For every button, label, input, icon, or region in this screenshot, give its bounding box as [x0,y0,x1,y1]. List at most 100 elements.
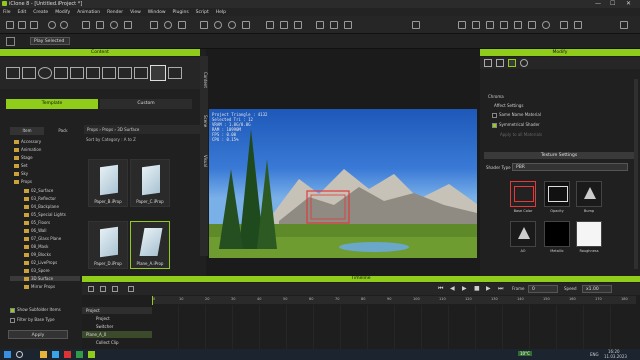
orbit-icon[interactable] [214,21,222,29]
gizmo-icon[interactable] [280,21,288,29]
puppet-category-icon[interactable] [70,67,84,79]
track-row[interactable]: Project [82,315,152,322]
asset-thumbnail[interactable]: Paper_B.iProp [88,159,128,207]
render-settings-icon[interactable] [412,21,420,29]
capture-icon[interactable] [560,21,568,29]
prev-frame-icon[interactable]: ◀ [450,285,455,292]
side-tab-visual[interactable]: Visual [200,146,208,176]
track-row[interactable]: Switcher [82,323,152,330]
rotate-icon[interactable] [110,21,118,29]
snap-icon[interactable] [294,21,302,29]
zoom-icon[interactable] [228,21,236,29]
stop-icon[interactable]: ■ [474,285,480,292]
menu-help[interactable]: Help [216,10,226,15]
tree-item[interactable]: Accessory [14,139,41,144]
open-icon[interactable] [18,21,26,29]
set-category-icon[interactable] [134,67,148,79]
lighting-icon[interactable] [458,21,466,29]
base-color-texture[interactable] [510,181,536,207]
tree-item[interactable]: Props [14,179,32,184]
side-tab-scene[interactable]: Scene [200,106,208,136]
morph-icon[interactable] [330,21,338,29]
menu-create[interactable]: Create [33,10,48,15]
dof-icon[interactable] [514,21,522,29]
symmetrical-shader-option[interactable]: Symmetrical Shader [492,122,540,128]
asset-thumbnail[interactable]: Paper_C.iProp [130,159,170,207]
ssao-icon[interactable] [486,21,494,29]
asset-thumbnail[interactable]: Paper_D.iProp [88,221,128,269]
undo-icon[interactable] [48,21,56,29]
close-button[interactable]: ✕ [626,0,631,7]
physics-icon[interactable] [316,21,324,29]
subtab-pack[interactable]: Pack [46,127,80,135]
first-frame-icon[interactable]: ⏮ [438,285,443,293]
tree-item[interactable]: Animation [14,147,41,152]
move-icon[interactable] [96,21,104,29]
light-icon[interactable] [164,21,172,29]
bloom-icon[interactable] [500,21,508,29]
apply-button[interactable]: Apply [8,330,68,339]
modify-motion-icon[interactable] [496,59,504,67]
tree-item[interactable]: 02_Surface [24,188,53,193]
timeline-tool-icon[interactable] [88,286,94,292]
timeline-tool-icon[interactable] [128,286,134,292]
tree-item-selected[interactable]: 3D Surface [10,276,80,281]
save-icon[interactable] [30,21,38,29]
motion-category-icon[interactable] [54,67,68,79]
lang-indicator[interactable]: ENG [590,352,599,357]
viewport[interactable]: Project Triangle : 4132 Selected Tri : 1… [209,109,477,258]
pan-icon[interactable] [200,21,208,29]
modify-physics-icon[interactable] [520,59,528,67]
apply-to-all-option[interactable]: Apply to all Materials [500,132,542,137]
breadcrumb-1[interactable]: Props [87,127,98,132]
side-tab-content[interactable]: Content [200,60,208,100]
tree-item[interactable]: 06_Wall [24,228,46,233]
stage-category-icon[interactable] [102,67,116,79]
scene-category-icon[interactable] [118,67,132,79]
search-icon[interactable] [16,351,23,358]
weather-text[interactable]: 10°C [518,351,532,356]
camera-icon[interactable] [150,21,158,29]
modify-material-icon[interactable] [508,59,516,67]
menu-edit[interactable]: Edit [18,10,27,15]
menu-window[interactable]: Window [148,10,166,15]
menu-plugins[interactable]: Plugins [173,10,189,15]
track-area[interactable] [152,305,636,350]
grid-icon[interactable] [266,21,274,29]
fullscreen-icon[interactable] [620,21,628,29]
menu-file[interactable]: File [3,10,11,15]
head-category-icon[interactable] [38,67,52,79]
play-mode-dropdown[interactable]: Play Selected [30,37,70,45]
modify-scrollbar[interactable] [634,79,638,269]
ibl-icon[interactable] [542,21,550,29]
taskbar-app-icon[interactable] [40,351,47,358]
tree-item[interactable]: 07_Glass Plane [24,236,61,241]
opacity-texture[interactable] [544,181,570,207]
asset-thumbnail-selected[interactable]: Plane_A.iProp [130,221,170,269]
breadcrumb-3[interactable]: 3D Surface [117,127,139,132]
tab-custom[interactable]: Custom [100,99,192,109]
bump-texture[interactable] [576,181,602,207]
breadcrumb-2[interactable]: Props [102,127,113,132]
maximize-button[interactable]: ☐ [610,0,615,7]
filter-base-checkbox[interactable] [10,317,15,323]
tree-item[interactable]: 03_Reflector [24,196,56,201]
subtab-item[interactable]: Item [10,127,44,135]
tree-item[interactable]: 08_Mask [24,244,48,249]
tree-item[interactable]: 04_Backplane [24,204,59,209]
tonemap-icon[interactable] [528,21,536,29]
props-category-icon[interactable] [150,65,166,81]
modify-attribute-icon[interactable] [484,59,492,67]
render-video-icon[interactable] [574,21,582,29]
track-row-project[interactable]: Project [82,307,152,314]
roughness-texture[interactable] [576,221,602,247]
new-project-icon[interactable] [6,21,14,29]
ao-texture[interactable] [510,221,536,247]
tree-item[interactable]: 05_Special Lights [24,212,66,217]
taskbar-app-icon[interactable] [88,351,95,358]
tab-template[interactable]: Template [6,99,98,109]
menu-script[interactable]: Script [196,10,209,15]
shader-type-dropdown[interactable]: PBR [512,163,628,171]
actor-category-icon[interactable] [22,67,36,79]
show-subfolder-checkbox[interactable] [10,307,15,313]
